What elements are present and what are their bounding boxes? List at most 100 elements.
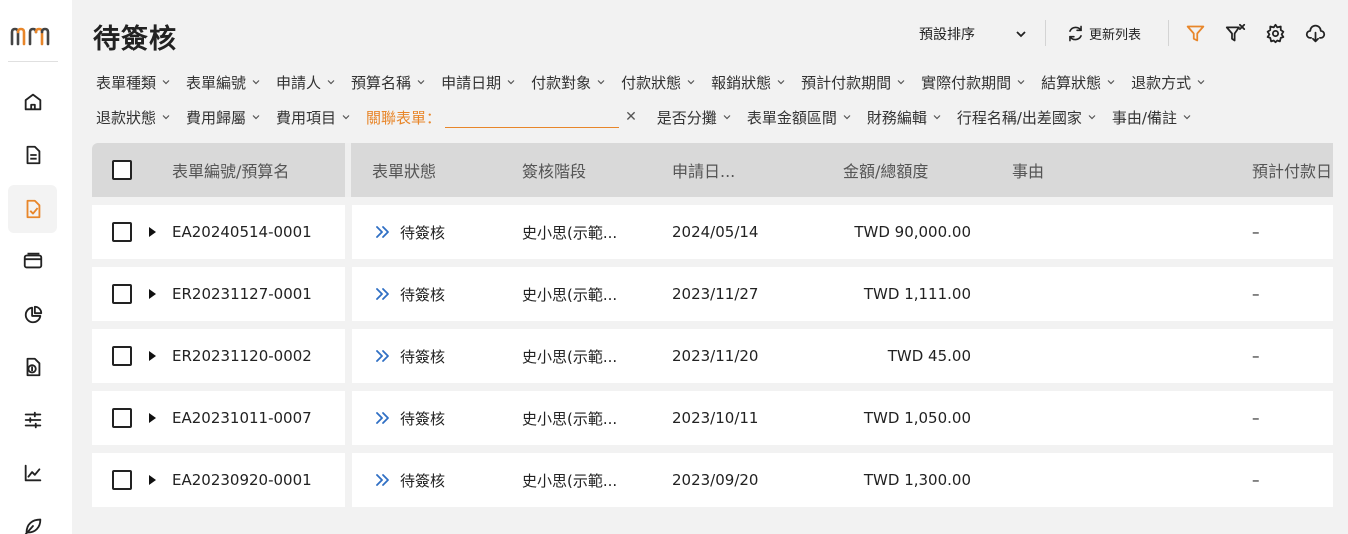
row-fixed-cells: ER20231127-0001: [92, 267, 345, 321]
sidebar-item-approvals[interactable]: [8, 185, 57, 233]
column-header-form-number[interactable]: 表單編號/預算名: [172, 143, 289, 197]
row-checkbox[interactable]: [112, 470, 132, 490]
filter-dropdown[interactable]: 表單種類: [96, 72, 170, 93]
filter-dropdown[interactable]: 退款方式: [1131, 72, 1205, 93]
select-all-cell[interactable]: [112, 143, 132, 197]
clear-filter-button[interactable]: [1224, 22, 1246, 44]
filter-dropdown[interactable]: 費用項目: [276, 107, 350, 128]
filter-dropdown[interactable]: 表單金額區間: [747, 107, 851, 128]
filter-dropdown[interactable]: 結算狀態: [1041, 72, 1115, 93]
filter-dropdown[interactable]: 預算名稱: [351, 72, 425, 93]
column-header-form-status[interactable]: 表單狀態: [372, 143, 436, 197]
filter-label: 付款狀態: [621, 73, 682, 92]
form-number[interactable]: ER20231120-0002: [172, 329, 312, 383]
related-form-input[interactable]: [445, 106, 620, 128]
sidebar-item-cards[interactable]: [8, 237, 57, 285]
download-button[interactable]: [1304, 22, 1326, 44]
clear-input-icon[interactable]: ✕: [625, 109, 637, 125]
filter-dropdown[interactable]: 付款對象: [531, 72, 605, 93]
column-header-amount[interactable]: 金額/總額度: [843, 143, 928, 197]
filter-label: 表單種類: [96, 73, 157, 92]
row-select-cell[interactable]: [112, 329, 132, 383]
double-chevron-right-icon: [376, 350, 389, 362]
column-header-approval-stage[interactable]: 簽核階段: [522, 143, 586, 197]
filter-dropdown[interactable]: 表單編號: [186, 72, 260, 93]
column-header-reason[interactable]: 事由: [1012, 143, 1044, 197]
filter-dropdown[interactable]: 行程名稱/出差國家: [957, 107, 1096, 128]
row-select-cell[interactable]: [112, 267, 132, 321]
column-header-apply-date[interactable]: 申請日...: [672, 143, 735, 197]
apply-date: 2023/11/27: [672, 285, 759, 303]
filter-dropdown[interactable]: 申請日期: [441, 72, 515, 93]
row-select-cell[interactable]: [112, 391, 132, 445]
select-all-checkbox[interactable]: [112, 160, 132, 180]
sidebar-item-esg[interactable]: [8, 502, 57, 534]
sort-select[interactable]: 預設排序: [919, 22, 1027, 46]
apply-date: 2024/05/14: [672, 223, 759, 241]
filter-dropdown[interactable]: 退款狀態: [96, 107, 170, 128]
table-row[interactable]: EA20230920-0001 待簽核 史小思(示範... 2023/09/20 TWD…: [92, 453, 1333, 507]
row-expand-button[interactable]: [147, 267, 157, 321]
sidebar-item-analytics[interactable]: [8, 449, 57, 497]
sidebar-item-reports[interactable]: [8, 291, 57, 339]
chevron-down-icon: [1088, 115, 1096, 120]
row-select-cell[interactable]: [112, 205, 132, 259]
filter-label: 表單金額區間: [746, 108, 837, 127]
filter-dropdown[interactable]: 申請人: [276, 72, 335, 93]
sidebar-item-home[interactable]: [8, 78, 57, 126]
brand-logo[interactable]: [10, 24, 56, 48]
form-number[interactable]: ER20231127-0001: [172, 267, 312, 321]
row-expand-button[interactable]: [147, 205, 157, 259]
filter-dropdown[interactable]: 費用歸屬: [186, 107, 260, 128]
filter-dropdown[interactable]: 事由/備註: [1112, 107, 1191, 128]
row-checkbox[interactable]: [112, 284, 132, 304]
sidebar-item-settings[interactable]: [8, 396, 57, 444]
toolbar-divider: [1168, 20, 1169, 46]
filter-dropdown[interactable]: 是否分攤: [657, 107, 731, 128]
amount: TWD 90,000.00: [854, 223, 971, 241]
filter-dropdown[interactable]: 財務編輯: [867, 107, 941, 128]
sidebar-item-documents[interactable]: [8, 131, 57, 179]
related-form-filter: 關聯表單： ✕: [366, 106, 649, 128]
filter-button[interactable]: [1184, 22, 1206, 44]
form-status-cell: 待簽核: [374, 267, 445, 321]
form-status-cell: 待簽核: [374, 329, 445, 383]
filter-dropdown[interactable]: 付款狀態: [621, 72, 695, 93]
row-expand-button[interactable]: [147, 391, 157, 445]
expected-pay-date: –: [1252, 285, 1260, 303]
form-number[interactable]: EA20231011-0007: [172, 391, 312, 445]
column-header-expected-pay-date[interactable]: 預計付款日: [1252, 143, 1332, 197]
row-checkbox[interactable]: [112, 408, 132, 428]
table-row[interactable]: ER20231120-0002 待簽核 史小思(示範... 2023/11/20 TWD…: [92, 329, 1333, 383]
filter-dropdown[interactable]: 實際付款期間: [921, 72, 1025, 93]
row-checkbox[interactable]: [112, 346, 132, 366]
caret-right-icon: [149, 475, 156, 485]
form-number[interactable]: EA20240514-0001: [172, 205, 312, 259]
table-row[interactable]: EA20240514-0001 待簽核 史小思(示範... 2024/05/14 TWD…: [92, 205, 1333, 259]
table-row[interactable]: ER20231127-0001 待簽核 史小思(示範... 2023/11/27 TWD…: [92, 267, 1333, 321]
row-checkbox[interactable]: [112, 222, 132, 242]
row-expand-button[interactable]: [147, 453, 157, 507]
column-split: [345, 143, 351, 197]
filter-dropdown[interactable]: 報銷狀態: [711, 72, 785, 93]
approval-stage: 史小思(示範...: [522, 347, 618, 366]
filter-dropdown[interactable]: 預計付款期間: [801, 72, 905, 93]
sidebar-item-payments[interactable]: [8, 343, 57, 391]
cloud-download-icon: [1305, 24, 1325, 42]
form-number[interactable]: EA20230920-0001: [172, 453, 312, 507]
settings-button[interactable]: [1264, 22, 1286, 44]
chevron-down-icon: [252, 80, 260, 85]
chevron-down-icon: [1107, 80, 1115, 85]
filter-label: 表單編號: [186, 73, 247, 92]
refresh-list-button[interactable]: 更新列表: [1066, 22, 1141, 44]
row-select-cell[interactable]: [112, 453, 132, 507]
chevron-down-icon: [417, 80, 425, 85]
approval-icon: [26, 199, 40, 219]
filter-label: 行程名稱/出差國家: [956, 108, 1082, 127]
row-expand-button[interactable]: [147, 329, 157, 383]
table-row[interactable]: EA20231011-0007 待簽核 史小思(示範... 2023/10/11 TWD…: [92, 391, 1333, 445]
chevron-down-icon: [1017, 80, 1025, 85]
toolbar-divider: [1045, 20, 1046, 46]
filter-clear-icon: [1225, 23, 1245, 41]
expected-pay-date: –: [1252, 223, 1260, 241]
